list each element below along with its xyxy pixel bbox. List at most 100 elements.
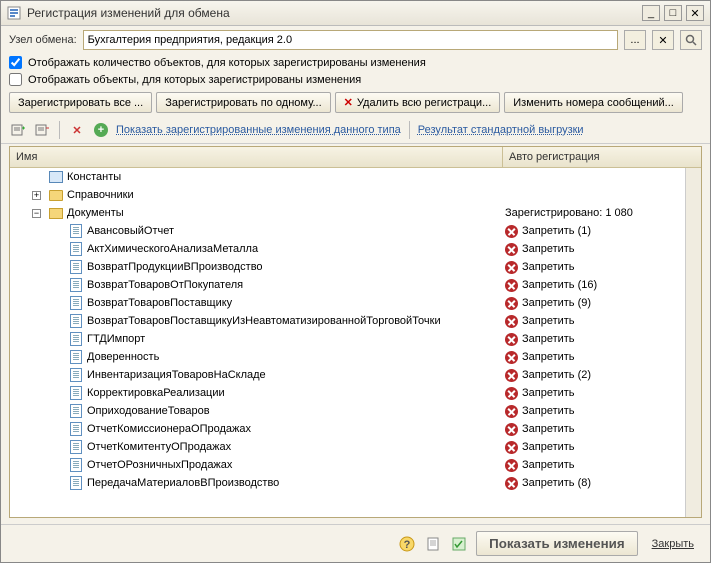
node-label: ГТДИмпорт bbox=[87, 333, 145, 345]
titlebar: Регистрация изменений для обмена _ □ ✕ bbox=[1, 1, 710, 26]
node-label: ОтчетОРозничныхПродажах bbox=[87, 459, 232, 471]
deny-icon bbox=[505, 297, 518, 310]
collapse-tree-icon[interactable] bbox=[33, 121, 51, 139]
reg-status: Запретить bbox=[522, 405, 575, 417]
tree-row[interactable]: ВозвратТоваровОтПокупателя Запретить (16… bbox=[10, 276, 685, 294]
minimize-button[interactable]: _ bbox=[642, 5, 660, 21]
document-icon bbox=[69, 296, 83, 310]
node-label: Справочники bbox=[67, 189, 134, 201]
register-all-button[interactable]: Зарегистрировать все ... bbox=[9, 92, 152, 113]
tree-row[interactable]: + Справочники bbox=[10, 186, 685, 204]
document-icon bbox=[69, 440, 83, 454]
deny-icon bbox=[505, 459, 518, 472]
node-label: Константы bbox=[67, 171, 121, 183]
node-label: КорректировкаРеализации bbox=[87, 387, 225, 399]
close-link[interactable]: Закрыть bbox=[646, 534, 700, 554]
node-label: АктХимическогоАнализаМеталла bbox=[87, 243, 258, 255]
std-result-link[interactable]: Результат стандартной выгрузки bbox=[418, 124, 584, 136]
node-label: ВозвратТоваровОтПокупателя bbox=[87, 279, 243, 291]
constants-icon bbox=[49, 170, 63, 184]
deny-icon bbox=[505, 351, 518, 364]
svg-text:?: ? bbox=[404, 539, 411, 551]
node-label: ВозвратТоваровПоставщикуИзНеавтоматизиро… bbox=[87, 315, 441, 327]
tree-row[interactable]: АктХимическогоАнализаМеталла Запретить bbox=[10, 240, 685, 258]
close-button[interactable]: ✕ bbox=[686, 5, 704, 21]
tree-row[interactable]: ОтчетОРозничныхПродажах Запретить bbox=[10, 456, 685, 474]
collapse-icon[interactable]: − bbox=[32, 209, 41, 218]
show-count-label: Отображать количество объектов, для кото… bbox=[28, 57, 426, 69]
document-icon bbox=[69, 476, 83, 490]
show-objects-checkbox[interactable] bbox=[9, 73, 22, 86]
expand-icon[interactable]: + bbox=[32, 191, 41, 200]
tree-row[interactable]: ВозвратТоваровПоставщику Запретить (9) bbox=[10, 294, 685, 312]
help-icon[interactable]: ? bbox=[398, 535, 416, 553]
reg-status: Запретить (1) bbox=[522, 225, 591, 237]
reg-status: Запретить (8) bbox=[522, 477, 591, 489]
reg-status: Запретить bbox=[522, 351, 575, 363]
show-registered-link[interactable]: Показать зарегистрированные изменения да… bbox=[116, 124, 401, 136]
tree-row[interactable]: Константы bbox=[10, 168, 685, 186]
document-icon bbox=[69, 422, 83, 436]
maximize-button[interactable]: □ bbox=[664, 5, 682, 21]
change-numbers-button[interactable]: Изменить номера сообщений... bbox=[504, 92, 683, 113]
exchange-node-input[interactable] bbox=[83, 30, 618, 50]
clear-node-button[interactable]: ✕ bbox=[652, 30, 674, 50]
tree-row[interactable]: ПередачаМатериаловВПроизводство Запретит… bbox=[10, 474, 685, 492]
show-count-checkbox[interactable] bbox=[9, 56, 22, 69]
reg-status: Запретить bbox=[522, 459, 575, 471]
document-icon bbox=[69, 260, 83, 274]
deny-icon bbox=[505, 315, 518, 328]
exchange-node-label: Узел обмена: bbox=[9, 34, 77, 46]
tree-row[interactable]: ВозвратТоваровПоставщикуИзНеавтоматизиро… bbox=[10, 312, 685, 330]
reg-status: Запретить bbox=[522, 315, 575, 327]
node-label: ВозвратПродукцииВПроизводство bbox=[87, 261, 263, 273]
reg-status: Запретить bbox=[522, 441, 575, 453]
node-label: ВозвратТоваровПоставщику bbox=[87, 297, 232, 309]
node-label: ИнвентаризацияТоваровНаСкладе bbox=[87, 369, 266, 381]
tree-row[interactable]: ОприходованиеТоваров Запретить bbox=[10, 402, 685, 420]
tree-row[interactable]: ОтчетКомитентуОПродажах Запретить bbox=[10, 438, 685, 456]
deny-icon bbox=[505, 441, 518, 454]
document-icon bbox=[69, 386, 83, 400]
window-title: Регистрация изменений для обмена bbox=[27, 6, 636, 20]
tree-row[interactable]: ОтчетКомиссионераОПродажах Запретить bbox=[10, 420, 685, 438]
reg-status: Запретить bbox=[522, 423, 575, 435]
column-auto-reg[interactable]: Авто регистрация bbox=[503, 147, 685, 167]
close-icon: ✕ bbox=[344, 96, 353, 109]
node-label: Документы bbox=[67, 207, 124, 219]
footer-save-icon[interactable] bbox=[450, 535, 468, 553]
deny-icon bbox=[505, 261, 518, 274]
deny-icon bbox=[505, 225, 518, 238]
document-icon bbox=[69, 368, 83, 382]
vertical-scrollbar[interactable] bbox=[685, 168, 701, 517]
expand-tree-icon[interactable] bbox=[9, 121, 27, 139]
deny-icon bbox=[505, 243, 518, 256]
column-name[interactable]: Имя bbox=[10, 147, 503, 167]
document-icon bbox=[69, 332, 83, 346]
deny-icon bbox=[505, 423, 518, 436]
tree-row[interactable]: ГТДИмпорт Запретить bbox=[10, 330, 685, 348]
reg-status: Запретить bbox=[522, 261, 575, 273]
delete-icon[interactable]: ✕ bbox=[68, 121, 86, 139]
document-icon bbox=[69, 350, 83, 364]
tree-row[interactable]: КорректировкаРеализации Запретить bbox=[10, 384, 685, 402]
show-changes-button[interactable]: Показать изменения bbox=[476, 531, 638, 556]
document-icon bbox=[69, 242, 83, 256]
search-node-button[interactable] bbox=[680, 30, 702, 50]
tree-row[interactable]: Доверенность Запретить bbox=[10, 348, 685, 366]
tree-row[interactable]: −Документы Зарегистрировано: 1 080 bbox=[10, 204, 685, 222]
tree-row[interactable]: ВозвратПродукцииВПроизводство Запретить bbox=[10, 258, 685, 276]
deny-icon bbox=[505, 387, 518, 400]
delete-registration-button[interactable]: ✕Удалить всю регистраци... bbox=[335, 92, 501, 113]
deny-icon bbox=[505, 369, 518, 382]
add-icon[interactable]: + bbox=[92, 121, 110, 139]
node-label: Доверенность bbox=[87, 351, 159, 363]
tree-row[interactable]: АвансовыйОтчет Запретить (1) bbox=[10, 222, 685, 240]
footer-doc-icon[interactable] bbox=[424, 535, 442, 553]
tree-row[interactable]: ИнвентаризацияТоваровНаСкладе Запретить … bbox=[10, 366, 685, 384]
select-node-button[interactable]: ... bbox=[624, 30, 646, 50]
app-icon bbox=[7, 6, 21, 20]
show-objects-label: Отображать объекты, для которых зарегист… bbox=[28, 74, 361, 86]
node-label: ОприходованиеТоваров bbox=[87, 405, 210, 417]
register-one-button[interactable]: Зарегистрировать по одному... bbox=[156, 92, 330, 113]
